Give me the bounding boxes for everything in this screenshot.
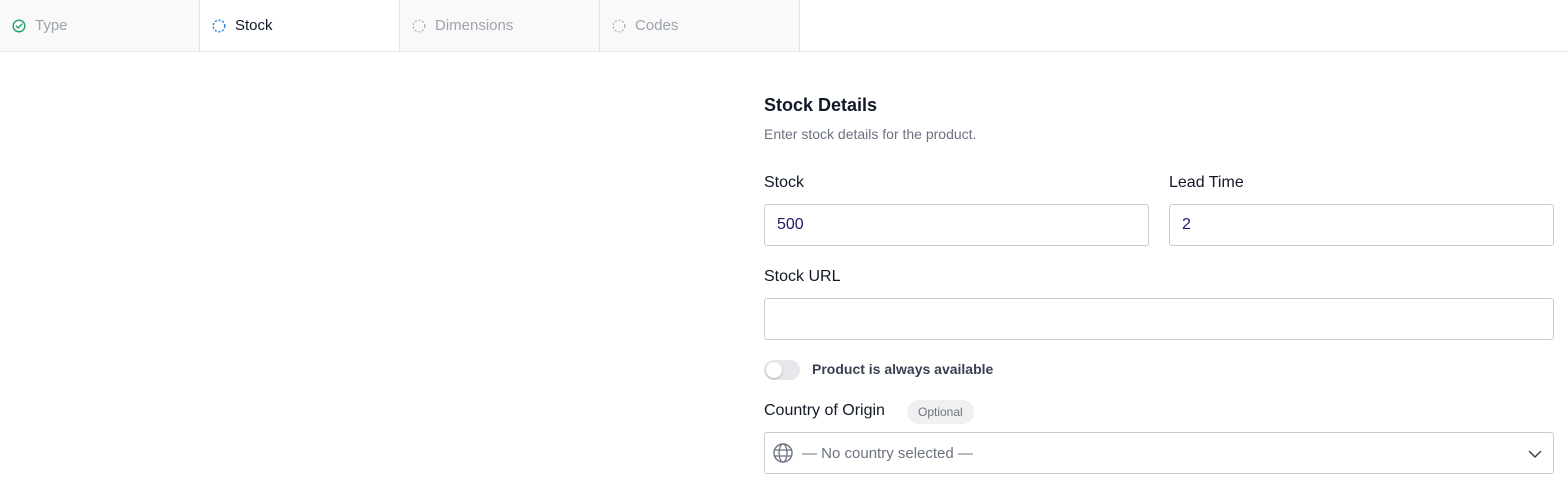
country-select[interactable]: — No country selected —	[764, 432, 1554, 474]
optional-badge: Optional	[907, 400, 974, 424]
check-circle-icon	[12, 18, 26, 33]
tab-codes-label: Codes	[635, 17, 679, 34]
stock-url-label: Stock URL	[764, 268, 841, 285]
chevron-down-icon	[1527, 446, 1543, 462]
tab-dimensions-label: Dimensions	[435, 17, 514, 34]
stock-input[interactable]	[764, 204, 1149, 246]
dashed-circle-icon	[412, 18, 426, 33]
tab-stock[interactable]: Stock	[200, 0, 400, 51]
section-subtitle: Enter stock details for the product.	[764, 126, 977, 142]
toggle-knob	[766, 362, 782, 378]
globe-icon	[772, 442, 794, 464]
availability-toggle[interactable]	[764, 360, 800, 380]
tab-type[interactable]: Type	[0, 0, 200, 51]
section-title: Stock Details	[764, 95, 878, 115]
dashed-circle-icon	[212, 18, 226, 33]
tab-dimensions[interactable]: Dimensions	[400, 0, 600, 51]
lead-time-label: Lead Time	[1169, 174, 1244, 191]
tab-stock-label: Stock	[235, 17, 273, 34]
lead-time-input[interactable]	[1169, 204, 1554, 246]
availability-label: Product is always available	[812, 361, 994, 377]
dashed-circle-icon	[612, 18, 626, 33]
tab-type-label: Type	[35, 17, 68, 34]
step-tabs: Type Stock Dimensions Codes	[0, 0, 1567, 52]
country-select-value: — No country selected —	[802, 444, 973, 462]
tab-codes[interactable]: Codes	[600, 0, 800, 51]
country-label: Country of Origin	[764, 402, 885, 419]
stock-url-input[interactable]	[764, 298, 1554, 340]
stock-label: Stock	[764, 174, 805, 191]
